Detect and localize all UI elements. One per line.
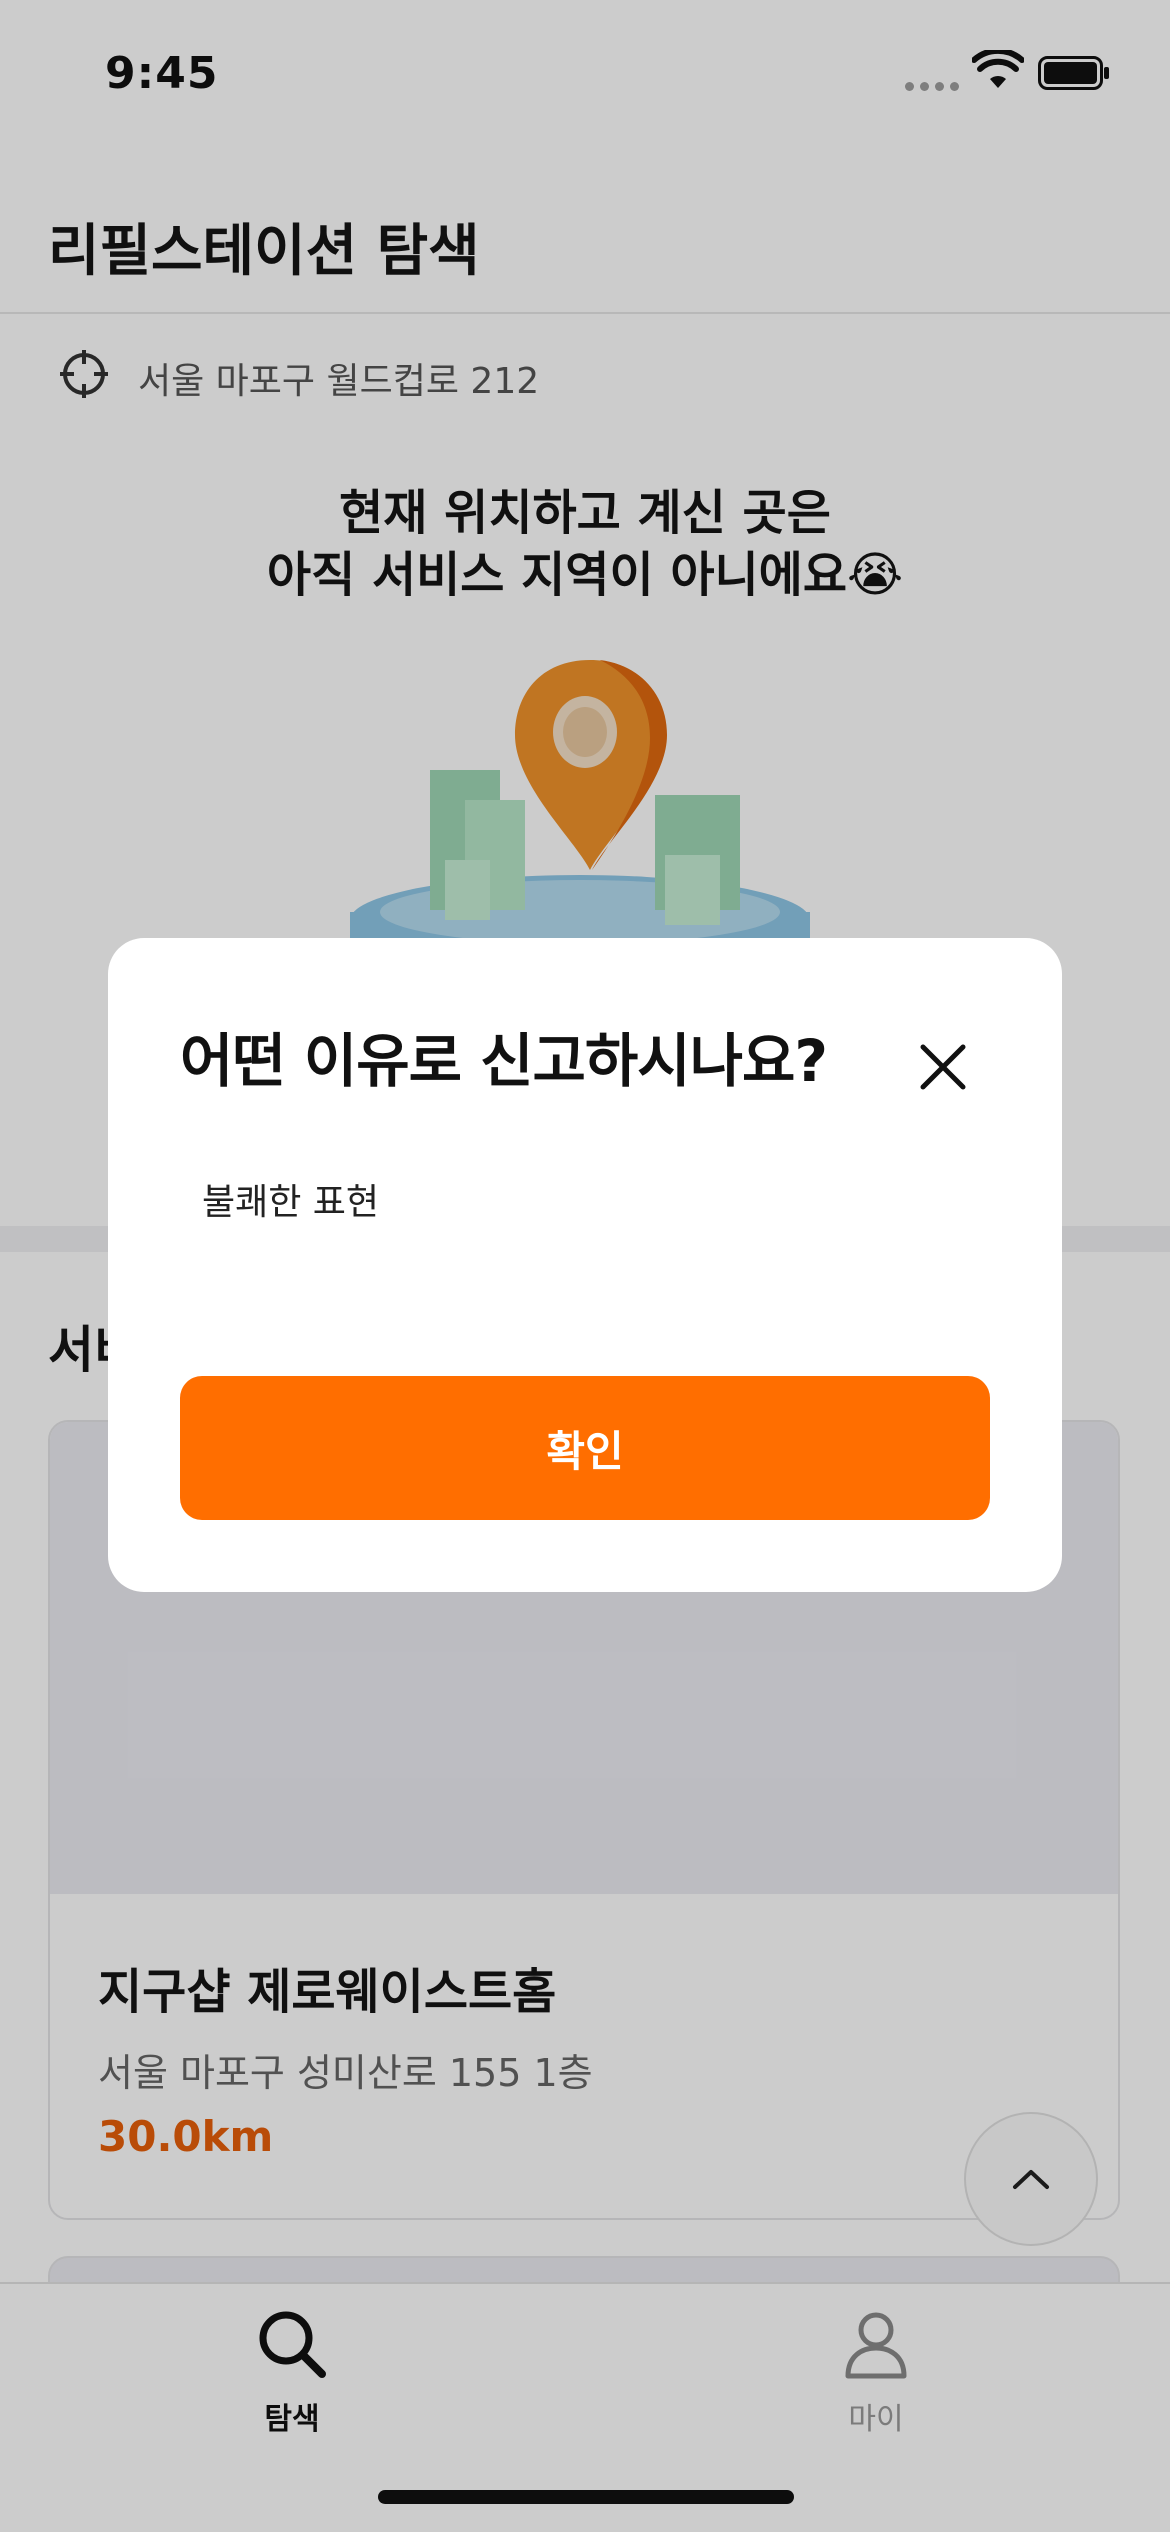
close-icon xyxy=(920,1044,966,1090)
confirm-button[interactable]: 확인 xyxy=(180,1376,990,1520)
report-reason-input[interactable] xyxy=(180,1164,990,1234)
report-reason-dialog: 어떤 이유로 신고하시나요? 확인 xyxy=(108,938,1062,1592)
close-button[interactable] xyxy=(908,1032,978,1102)
dialog-title: 어떤 이유로 신고하시나요? xyxy=(180,1027,828,1095)
